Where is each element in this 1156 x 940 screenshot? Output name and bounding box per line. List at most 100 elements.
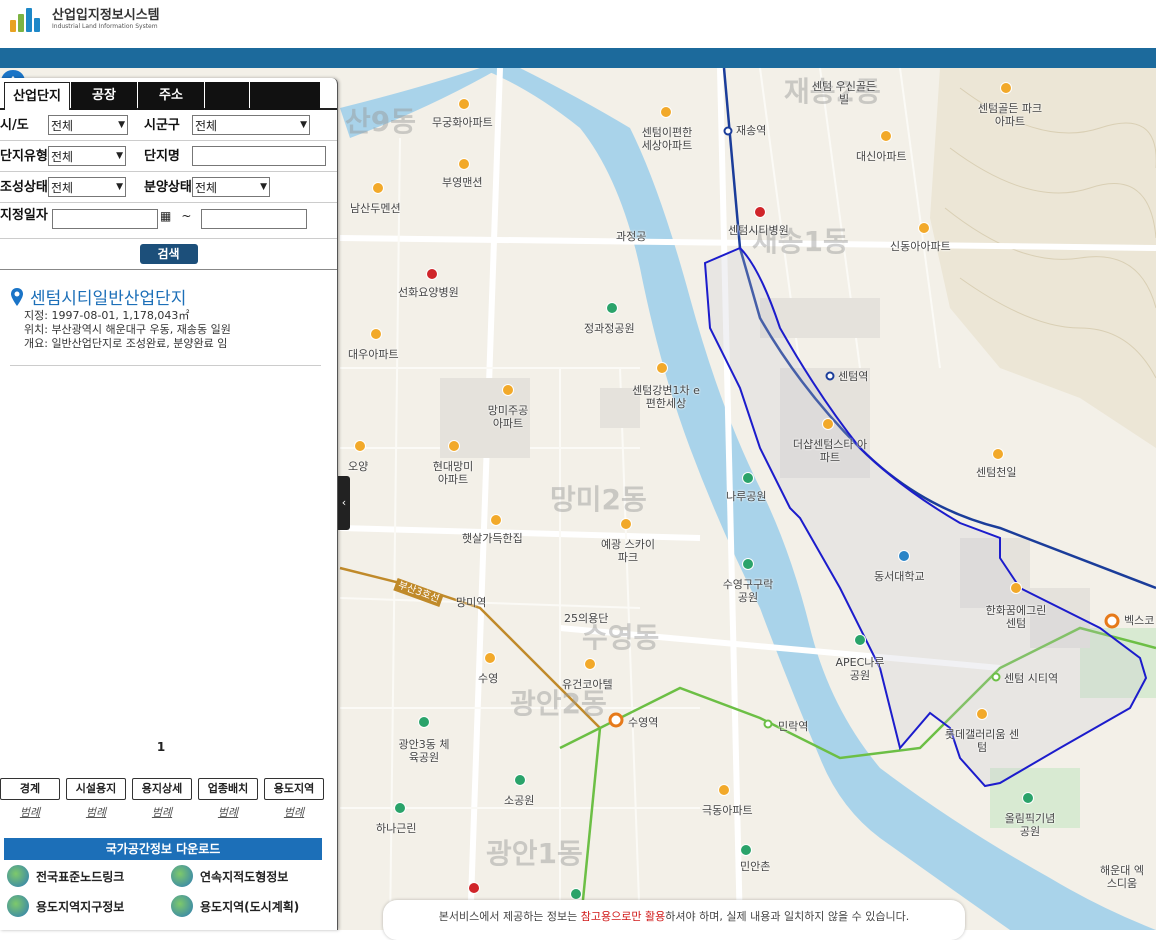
map-label: 센텀 우신골든빌 [811,80,877,106]
tab-extra-2[interactable] [250,82,320,110]
header: 산업입지정보시스템 Industrial Land Information Sy… [0,0,1156,48]
pagination-current[interactable]: 1 [0,740,322,754]
apartment-icon[interactable] [822,418,834,430]
map-label: 더샵센텀스타 아파트 [792,438,868,464]
apartment-icon[interactable] [458,158,470,170]
apartment-icon[interactable] [918,222,930,234]
district-label: 산9동 [345,105,417,138]
park-icon[interactable] [742,472,754,484]
type-select[interactable]: 전체 ▼ [48,146,126,166]
result-title[interactable]: 센텀시티일반산업단지 [30,284,186,309]
zoning-button[interactable]: 용도지역 [264,778,324,800]
hospital-icon[interactable] [754,206,766,218]
result-title-row[interactable]: 센텀시티일반산업단지 [10,284,327,309]
map-label: 오양 [348,460,369,473]
legend-link[interactable]: 범례 [264,804,324,820]
hospital-icon[interactable] [468,882,480,894]
school-icon[interactable] [898,550,910,562]
result-item[interactable]: 센텀시티일반산업단지 지정: 1997-08-01, 1,178,043㎡ 위치… [0,270,337,351]
chevron-down-icon: ▼ [116,182,123,192]
apartment-icon[interactable] [490,514,502,526]
legend-link[interactable]: 범례 [0,804,60,820]
sigungu-select[interactable]: 전체 ▼ [192,115,310,135]
park-icon[interactable] [740,844,752,856]
map-label: 센텀이편한 세상아파트 [641,126,693,152]
park-icon[interactable] [742,558,754,570]
apartment-icon[interactable] [502,384,514,396]
tab-factory[interactable]: 공장 [71,82,137,110]
facility-land-button[interactable]: 시설용지 [66,778,126,800]
apartment-icon[interactable] [880,130,892,142]
calendar-icon[interactable]: ▦ [160,209,171,223]
logo[interactable]: 산업입지정보시스템 Industrial Land Information Sy… [10,8,160,32]
tab-industrial-complex[interactable]: 산업단지 [4,82,70,110]
tab-extra-1[interactable] [205,82,249,110]
map-label: 센텀 시티역 [1004,672,1059,685]
apartment-icon[interactable] [1000,82,1012,94]
apartment-icon[interactable] [992,448,1004,460]
download-item[interactable]: 용도지역(도시계획) [170,894,299,918]
park-icon[interactable] [606,302,618,314]
apartment-icon[interactable] [656,362,668,374]
map-label: 센텀골든 파크아파트 [977,102,1043,128]
apartment-icon[interactable] [354,440,366,452]
sido-label: 시/도 [0,117,29,133]
industry-layout-button[interactable]: 업종배치 [198,778,258,800]
apartment-icon[interactable] [584,658,596,670]
chevron-down-icon: ▼ [118,120,125,130]
download-item[interactable]: 연속지적도형정보 [170,864,288,888]
logo-mark [10,8,46,32]
date-end-input[interactable] [201,209,308,229]
map-label: 민락역 [778,720,809,733]
sigungu-select-value: 전체 [195,118,218,133]
legend-link[interactable]: 범례 [198,804,258,820]
land-detail-button[interactable]: 용지상세 [132,778,192,800]
boundary-button[interactable]: 경계 [0,778,60,800]
apartment-icon[interactable] [660,106,672,118]
park-icon[interactable] [514,774,526,786]
chevron-down-icon: ▼ [300,120,307,130]
build-select-value: 전체 [51,180,74,195]
apartment-icon[interactable] [976,708,988,720]
map-label: 센텀강변1차 e편한세상 [632,384,700,410]
park-icon[interactable] [570,888,582,900]
apartment-icon[interactable] [1010,582,1022,594]
park-icon[interactable] [1022,792,1034,804]
apartment-icon[interactable] [620,518,632,530]
sale-select[interactable]: 전체 ▼ [192,177,270,197]
download-item[interactable]: 용도지역지구정보 [6,894,124,918]
apartment-icon[interactable] [484,652,496,664]
search-button[interactable]: 검색 [139,244,198,264]
download-item-label: 연속지적도형정보 [200,869,289,884]
build-label: 조성상태 [0,179,48,195]
map-label: 한화꿈에그린 센텀 [985,604,1047,630]
apartment-icon[interactable] [458,98,470,110]
toolbar-item: 경계범례 [0,778,60,820]
park-icon[interactable] [394,802,406,814]
legend-link[interactable]: 범례 [132,804,192,820]
apartment-icon[interactable] [718,784,730,796]
apartment-icon[interactable] [370,328,382,340]
sido-select[interactable]: 전체 ▼ [48,115,128,135]
park-icon[interactable] [854,634,866,646]
hospital-icon[interactable] [426,268,438,280]
panel-collapse-button[interactable]: ‹ [338,476,350,530]
date-start-input[interactable] [52,209,158,229]
name-input[interactable] [192,146,326,166]
apartment-icon[interactable] [372,182,384,194]
map-label: 망미주공 아파트 [487,404,529,430]
district-label: 망미2동 [550,483,647,516]
date-separator: ~ [181,209,192,223]
download-heading: 국가공간정보 다운로드 [4,838,322,860]
form-row-type: 단지유형 전체 ▼ 단지명 [0,141,337,172]
legend-link[interactable]: 범례 [66,804,126,820]
map-label: 망미역 [456,596,487,609]
map-label: 햇살가득한집 [462,532,523,545]
apartment-icon[interactable] [448,440,460,452]
park-icon[interactable] [418,716,430,728]
map-label: 하나근린 [376,822,417,835]
download-item[interactable]: 전국표준노드링크 [6,864,124,888]
tab-address[interactable]: 주소 [138,82,204,110]
build-select[interactable]: 전체 ▼ [48,177,126,197]
type-label: 단지유형 [0,148,48,164]
